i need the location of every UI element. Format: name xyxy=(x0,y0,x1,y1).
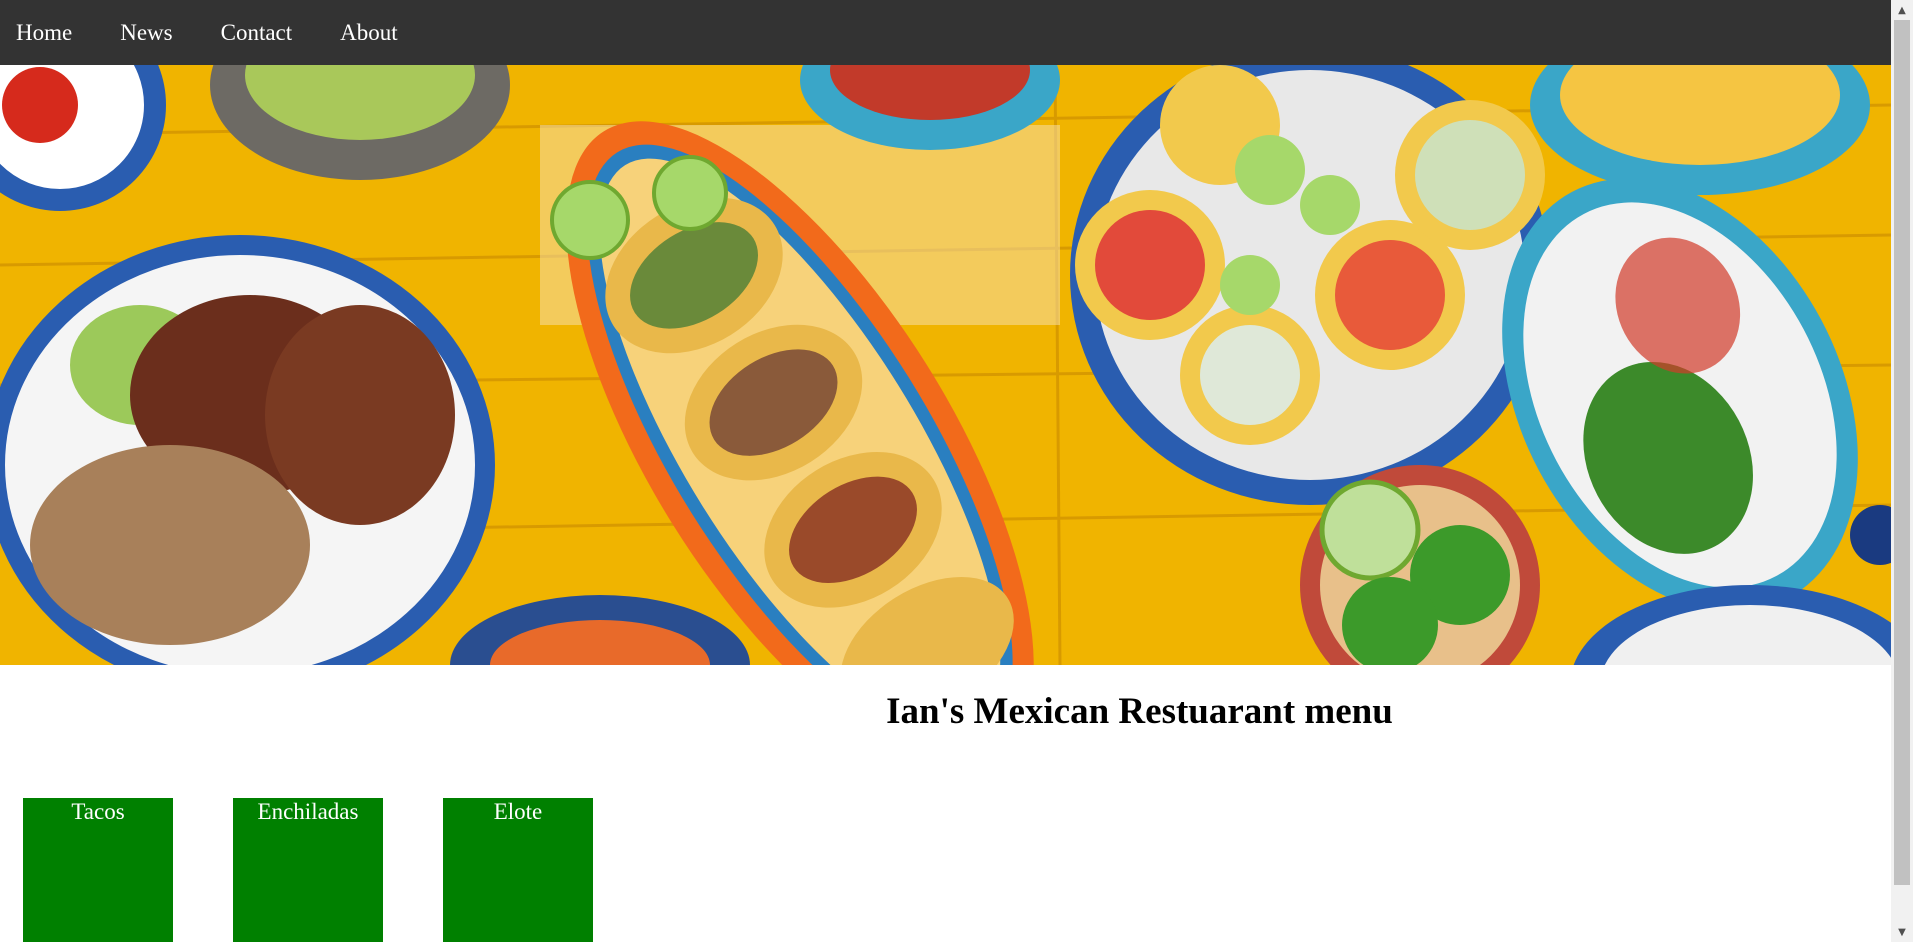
nav-link-news[interactable]: News xyxy=(104,0,196,65)
vertical-scrollbar[interactable]: ▲ ▼ xyxy=(1891,0,1913,942)
top-navigation: Home News Contact About xyxy=(0,0,1891,65)
scrollbar-thumb[interactable] xyxy=(1894,20,1910,885)
nav-link-about[interactable]: About xyxy=(324,0,422,65)
menu-grid: Tacos Enchiladas Elote xyxy=(23,798,593,942)
nav-link-contact[interactable]: Contact xyxy=(205,0,317,65)
menu-card-elote[interactable]: Elote xyxy=(443,798,593,942)
scroll-up-icon[interactable]: ▲ xyxy=(1891,0,1913,20)
menu-card-tacos[interactable]: Tacos xyxy=(23,798,173,942)
page-title: Ian's Mexican Restuarant menu xyxy=(886,691,1393,732)
hero-image xyxy=(0,65,1891,665)
mexican-food-image xyxy=(0,65,1891,665)
scroll-down-icon[interactable]: ▼ xyxy=(1891,922,1913,942)
browser-viewport: Home News Contact About Ian's Mexican Re… xyxy=(0,0,1891,942)
menu-card-enchiladas[interactable]: Enchiladas xyxy=(233,798,383,942)
nav-link-home[interactable]: Home xyxy=(0,0,96,65)
page: Home News Contact About Ian's Mexican Re… xyxy=(0,0,1913,942)
